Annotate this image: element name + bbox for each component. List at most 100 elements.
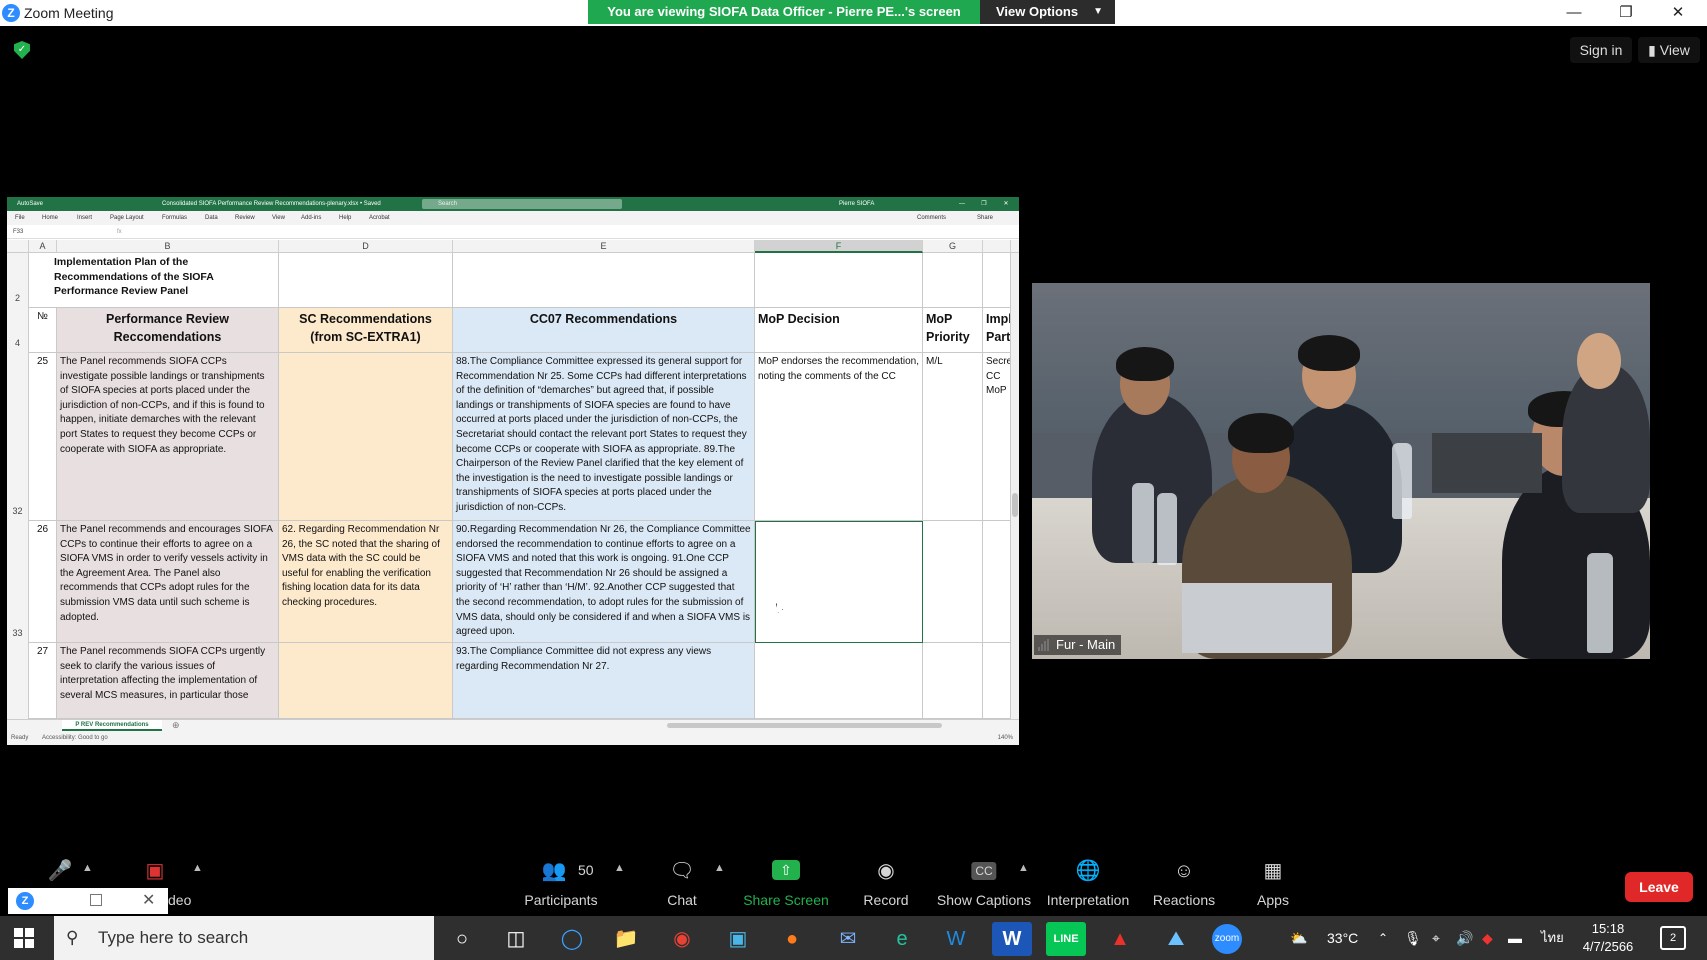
- cell-party[interactable]: [983, 643, 1011, 719]
- temperature[interactable]: 33°C: [1327, 916, 1358, 960]
- audio-options-caret[interactable]: ▲: [82, 862, 93, 874]
- cell[interactable]: [755, 253, 923, 308]
- minimize-button[interactable]: —: [1549, 0, 1599, 26]
- horizontal-scrollbar[interactable]: [667, 723, 942, 728]
- battery-icon[interactable]: ▬: [1508, 916, 1522, 960]
- autosave-toggle[interactable]: AutoSave: [17, 197, 43, 211]
- cell-recommendation[interactable]: The Panel recommends SIOFA CCPs investig…: [57, 353, 279, 521]
- column-header-b[interactable]: B: [57, 240, 279, 253]
- cell-mop-priority[interactable]: [923, 521, 983, 643]
- wifi-icon[interactable]: ⌖: [1432, 916, 1440, 960]
- cell-sc[interactable]: [279, 353, 453, 521]
- header-cc07-recommendations[interactable]: CC07 Recommendations: [453, 308, 755, 353]
- leave-button[interactable]: Leave: [1625, 872, 1693, 902]
- ribbon-tab-review[interactable]: Review: [235, 211, 255, 225]
- chat-caret[interactable]: ▲: [714, 862, 725, 874]
- weather-icon[interactable]: ⛅: [1290, 916, 1307, 960]
- header-implementing-party[interactable]: Impl Party: [983, 308, 1011, 353]
- cell[interactable]: [923, 253, 983, 308]
- header-sc-recommendations[interactable]: SC Recommendations (from SC-EXTRA1): [279, 308, 453, 353]
- language-indicator[interactable]: ไทย: [1541, 916, 1564, 960]
- webex-icon[interactable]: W: [936, 922, 976, 956]
- close-button[interactable]: ✕: [1653, 0, 1703, 26]
- sheet-title-cell[interactable]: Implementation Plan of the Recommendatio…: [29, 253, 279, 308]
- ribbon-tab-acrobat[interactable]: Acrobat: [369, 211, 390, 225]
- column-header-a[interactable]: A: [29, 240, 57, 253]
- cell-recommendation[interactable]: The Panel recommends SIOFA CCPs urgently…: [57, 643, 279, 719]
- excel-close[interactable]: ✕: [995, 197, 1017, 211]
- add-sheet-icon[interactable]: ⊕: [172, 720, 180, 731]
- sheet-tab[interactable]: P REV Recommendations: [62, 720, 162, 731]
- cell-no[interactable]: 25: [29, 353, 57, 521]
- taskbar-clock[interactable]: 15:18 4/7/2566: [1568, 920, 1648, 956]
- row-number[interactable]: 2: [7, 253, 29, 308]
- video-tile[interactable]: Fur - Main: [1032, 283, 1650, 659]
- firefox-icon[interactable]: ●: [772, 922, 812, 956]
- restore-button[interactable]: ❐: [1601, 0, 1651, 26]
- row-number[interactable]: 33: [7, 521, 29, 643]
- column-header-e[interactable]: E: [453, 240, 755, 253]
- excel-restore[interactable]: ❐: [973, 197, 995, 211]
- vertical-scrollbar[interactable]: [1011, 253, 1019, 719]
- comments-button[interactable]: Comments: [917, 211, 946, 225]
- task-view-icon[interactable]: ◫: [496, 922, 536, 956]
- video-options-caret[interactable]: ▲: [192, 862, 203, 874]
- cell-no[interactable]: 26: [29, 521, 57, 643]
- excel-search-box[interactable]: Search: [422, 199, 622, 209]
- maximize-icon[interactable]: [90, 894, 102, 906]
- reactions-button[interactable]: ☺ Reactions: [1142, 852, 1226, 916]
- ribbon-tab-add-ins[interactable]: Add-ins: [301, 211, 321, 225]
- captions-caret[interactable]: ▲: [1018, 862, 1029, 874]
- minimized-window-preview[interactable]: Z ✕: [8, 888, 168, 914]
- taskbar-search-input[interactable]: Type here to search: [54, 916, 434, 960]
- row-number[interactable]: 32: [7, 353, 29, 521]
- cell-mop-decision[interactable]: MoP endorses the recommendation, noting …: [755, 353, 923, 521]
- ribbon-tab-help[interactable]: Help: [339, 211, 351, 225]
- cell-party[interactable]: [983, 521, 1011, 643]
- ribbon-tab-view[interactable]: View: [272, 211, 285, 225]
- close-icon[interactable]: ✕: [142, 890, 155, 910]
- ribbon-tab-page-layout[interactable]: Page Layout: [110, 211, 144, 225]
- tray-chevron-icon[interactable]: ⌃: [1378, 916, 1388, 960]
- scroll-thumb[interactable]: [1012, 493, 1018, 517]
- excel-minimize[interactable]: —: [951, 197, 973, 211]
- cell-mop-priority[interactable]: M/L: [923, 353, 983, 521]
- volume-icon[interactable]: 🔊: [1456, 916, 1473, 960]
- name-box[interactable]: F33: [13, 225, 23, 239]
- file-explorer-icon[interactable]: 📁: [606, 922, 646, 956]
- column-header-h[interactable]: [983, 240, 1011, 253]
- zoom-level[interactable]: 140%: [998, 731, 1013, 745]
- header-mop-decision[interactable]: MoP Decision: [755, 308, 923, 353]
- cell[interactable]: [279, 253, 453, 308]
- app-icon[interactable]: ▣: [718, 922, 758, 956]
- acrobat-icon[interactable]: ▲: [1100, 922, 1140, 956]
- ribbon-tab-data[interactable]: Data: [205, 211, 218, 225]
- column-header-g[interactable]: G: [923, 240, 983, 253]
- cell-mop-decision-selected[interactable]: [755, 521, 923, 643]
- view-options-button[interactable]: View Options ▼: [980, 0, 1115, 24]
- participants-button[interactable]: 👥 50 Participants: [516, 852, 606, 916]
- row-number[interactable]: 4: [7, 308, 29, 353]
- view-button[interactable]: ▮ View: [1638, 37, 1700, 63]
- edge-icon[interactable]: ◯: [552, 922, 592, 956]
- windows-start-icon[interactable]: [14, 928, 34, 948]
- share-button[interactable]: Share: [977, 211, 993, 225]
- ribbon-tab-file[interactable]: File: [15, 211, 25, 225]
- cell-mop-decision[interactable]: [755, 643, 923, 719]
- share-screen-button[interactable]: ⇧ Share Screen: [740, 852, 832, 916]
- ie-icon[interactable]: e: [882, 922, 922, 956]
- chat-button[interactable]: 🗨 Chat: [652, 852, 712, 916]
- header-no[interactable]: №: [29, 308, 57, 353]
- row-number[interactable]: [7, 643, 29, 719]
- column-header-d[interactable]: D: [279, 240, 453, 253]
- column-header-f[interactable]: F: [755, 240, 923, 253]
- cell-sc[interactable]: [279, 643, 453, 719]
- accessibility-status[interactable]: Accessibility: Good to go: [42, 735, 108, 741]
- cell[interactable]: [453, 253, 755, 308]
- apps-button[interactable]: ▦ Apps: [1238, 852, 1308, 916]
- ribbon-tab-home[interactable]: Home: [42, 211, 58, 225]
- corner-cell[interactable]: [7, 240, 29, 253]
- cell[interactable]: [983, 253, 1011, 308]
- cell-sc[interactable]: 62. Regarding Recommendation Nr 26, the …: [279, 521, 453, 643]
- cell-party[interactable]: Secret CC MoP: [983, 353, 1011, 521]
